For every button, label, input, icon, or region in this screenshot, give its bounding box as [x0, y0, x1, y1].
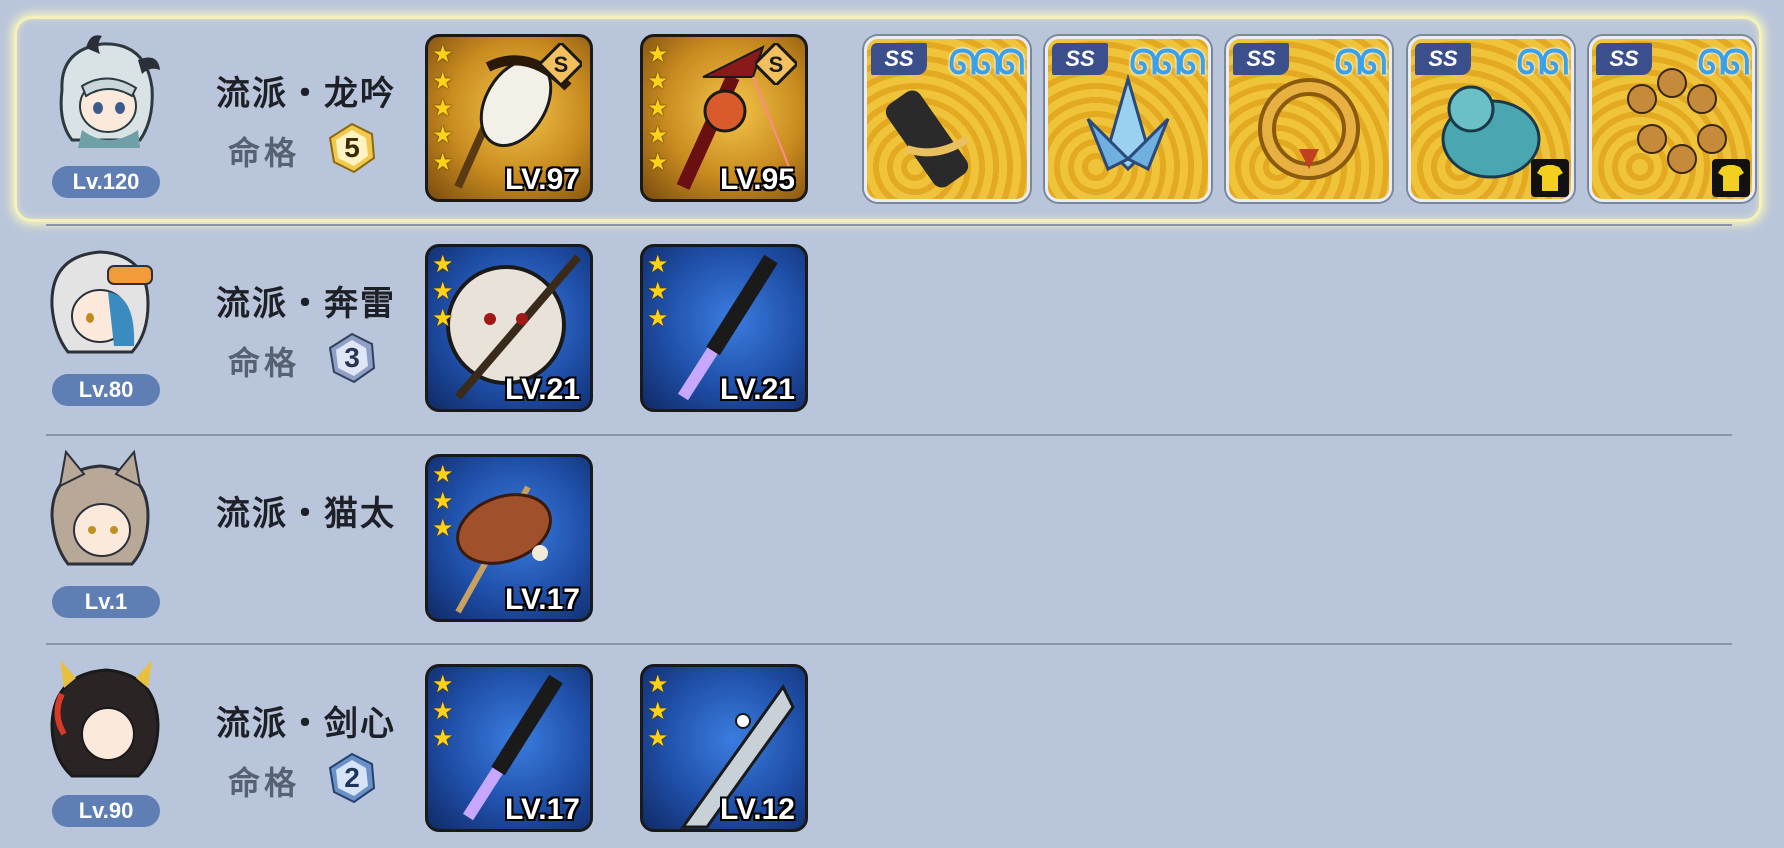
weapon-slot[interactable]: S ★ ★ ★ ★ ★ LV.97: [425, 34, 593, 202]
weapon-level: LV.95: [719, 163, 795, 196]
item-slot[interactable]: SS ᘏᘏᘏ: [864, 36, 1030, 202]
weapon-slot[interactable]: ★ ★ ★ LV.17: [425, 664, 593, 832]
fate-value: 5: [344, 132, 360, 163]
weapon-level: LV.12: [719, 793, 795, 826]
character-avatar[interactable]: [36, 236, 164, 364]
row-divider: [46, 224, 1732, 226]
weapon-level: LV.97: [504, 163, 580, 196]
rank-s-icon: S: [540, 43, 582, 85]
character-level-badge: Lv.80: [52, 374, 160, 406]
weapon-level: LV.17: [504, 583, 580, 616]
row-divider: [46, 643, 1732, 645]
weapon-slot[interactable]: ★ ★ ★ LV.17: [425, 454, 593, 622]
equipped-shirt-icon: [1712, 159, 1750, 197]
spirit-icons: ᘏᘏᘏ: [948, 43, 1025, 83]
star-rating: ★ ★ ★: [432, 460, 454, 542]
character-avatar[interactable]: [36, 446, 164, 574]
weapon-level: LV.21: [504, 373, 580, 406]
character-level-badge: Lv.1: [52, 586, 160, 618]
weapon-slot[interactable]: ★ ★ ★ LV.12: [640, 664, 808, 832]
star-rating: ★ ★ ★ ★ ★: [432, 40, 454, 176]
equipped-shirt-icon: [1531, 159, 1569, 197]
item-slot[interactable]: SS ᘏᘏ: [1226, 36, 1392, 202]
svg-text:S: S: [554, 52, 569, 77]
fate-value: 2: [344, 762, 360, 793]
character-school-name: 流派・猫太: [216, 494, 396, 534]
character-level-badge: Lv.120: [52, 166, 160, 198]
svg-text:S: S: [769, 52, 784, 77]
fate-badge: 5: [326, 122, 378, 174]
item-slot[interactable]: SS ᘏᘏ: [1589, 36, 1755, 202]
character-avatar[interactable]: [42, 30, 170, 158]
item-slot[interactable]: SS ᘏᘏ: [1408, 36, 1574, 202]
fate-badge: 2: [326, 752, 378, 804]
item-slot[interactable]: SS ᘏᘏᘏ: [1045, 36, 1211, 202]
weapon-level: LV.21: [719, 373, 795, 406]
character-school-name: 流派・剑心: [216, 704, 396, 744]
weapon-slot[interactable]: S ★ ★ ★ ★ ★ LV.95: [640, 34, 808, 202]
fate-label: 命格: [228, 134, 301, 172]
weapon-level: LV.17: [504, 793, 580, 826]
fate-label: 命格: [228, 344, 301, 382]
star-rating: ★ ★ ★: [647, 670, 669, 752]
character-school-name: 流派・奔雷: [216, 284, 396, 324]
fate-badge: 3: [326, 332, 378, 384]
character-level-badge: Lv.90: [52, 795, 160, 827]
grade-badge: SS: [1415, 43, 1471, 75]
grade-badge: SS: [871, 43, 927, 75]
weapon-slot[interactable]: ★ ★ ★ LV.21: [425, 244, 593, 412]
character-school-name: 流派・龙吟: [216, 74, 396, 114]
row-divider: [46, 434, 1732, 436]
spirit-icons: ᘏᘏ: [1697, 43, 1750, 83]
rank-s-icon: S: [755, 43, 797, 85]
grade-badge: SS: [1052, 43, 1108, 75]
star-rating: ★ ★ ★: [647, 250, 669, 332]
spirit-icons: ᘏᘏ: [1516, 43, 1569, 83]
grade-badge: SS: [1596, 43, 1652, 75]
spirit-icons: ᘏᘏᘏ: [1129, 43, 1206, 83]
fate-label: 命格: [228, 764, 301, 802]
star-rating: ★ ★ ★ ★ ★: [647, 40, 669, 176]
star-rating: ★ ★ ★: [432, 250, 454, 332]
spirit-icons: ᘏᘏ: [1334, 43, 1387, 83]
character-avatar[interactable]: [42, 654, 170, 782]
weapon-slot[interactable]: ★ ★ ★ LV.21: [640, 244, 808, 412]
fate-value: 3: [344, 342, 360, 373]
star-rating: ★ ★ ★: [432, 670, 454, 752]
grade-badge: SS: [1233, 43, 1289, 75]
